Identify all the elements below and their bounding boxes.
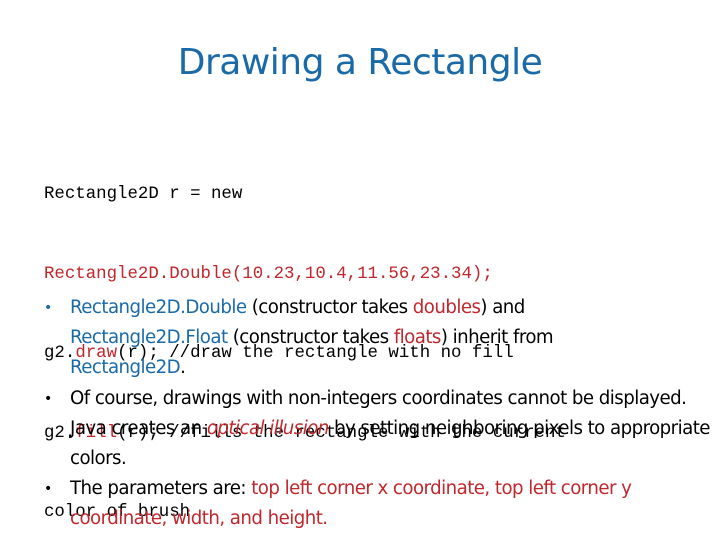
code-line-2: Rectangle2D.Double(10.23,10.4,11.56,23.3…	[44, 264, 493, 284]
text: .	[180, 357, 186, 379]
bullet-item-rectangle-classes: • Rectangle2D.Double (constructor takes …	[44, 293, 714, 384]
bullet-list: • Rectangle2D.Double (constructor takes …	[44, 293, 714, 535]
slide-title: Drawing a Rectangle	[177, 42, 543, 83]
bullet-dot-icon: •	[44, 300, 52, 316]
emphasis-optical-illusion: optical illusion	[206, 417, 329, 439]
text: (constructor takes	[246, 297, 413, 318]
text: The parameters are:	[70, 478, 252, 500]
bullet-item-optical-illusion: • Of course, drawings with non-integers …	[44, 384, 714, 475]
bullet-dot-icon: •	[44, 390, 52, 407]
text: ) inherit from	[440, 327, 554, 349]
text: ) and	[480, 297, 525, 318]
bullet-dot-icon: •	[44, 481, 52, 498]
text: (constructor takes	[227, 327, 394, 349]
class-name-double: Rectangle2D.Double	[70, 297, 247, 318]
code-line-1: Rectangle2D r = new	[44, 185, 243, 204]
class-name-rectangle2d: Rectangle2D	[70, 357, 181, 379]
bullet-item-parameters: • The parameters are: top left corner x …	[44, 474, 714, 534]
keyword-doubles: doubles	[412, 297, 481, 318]
class-name-float: Rectangle2D.Float	[70, 327, 228, 349]
keyword-floats: floats	[393, 327, 442, 349]
